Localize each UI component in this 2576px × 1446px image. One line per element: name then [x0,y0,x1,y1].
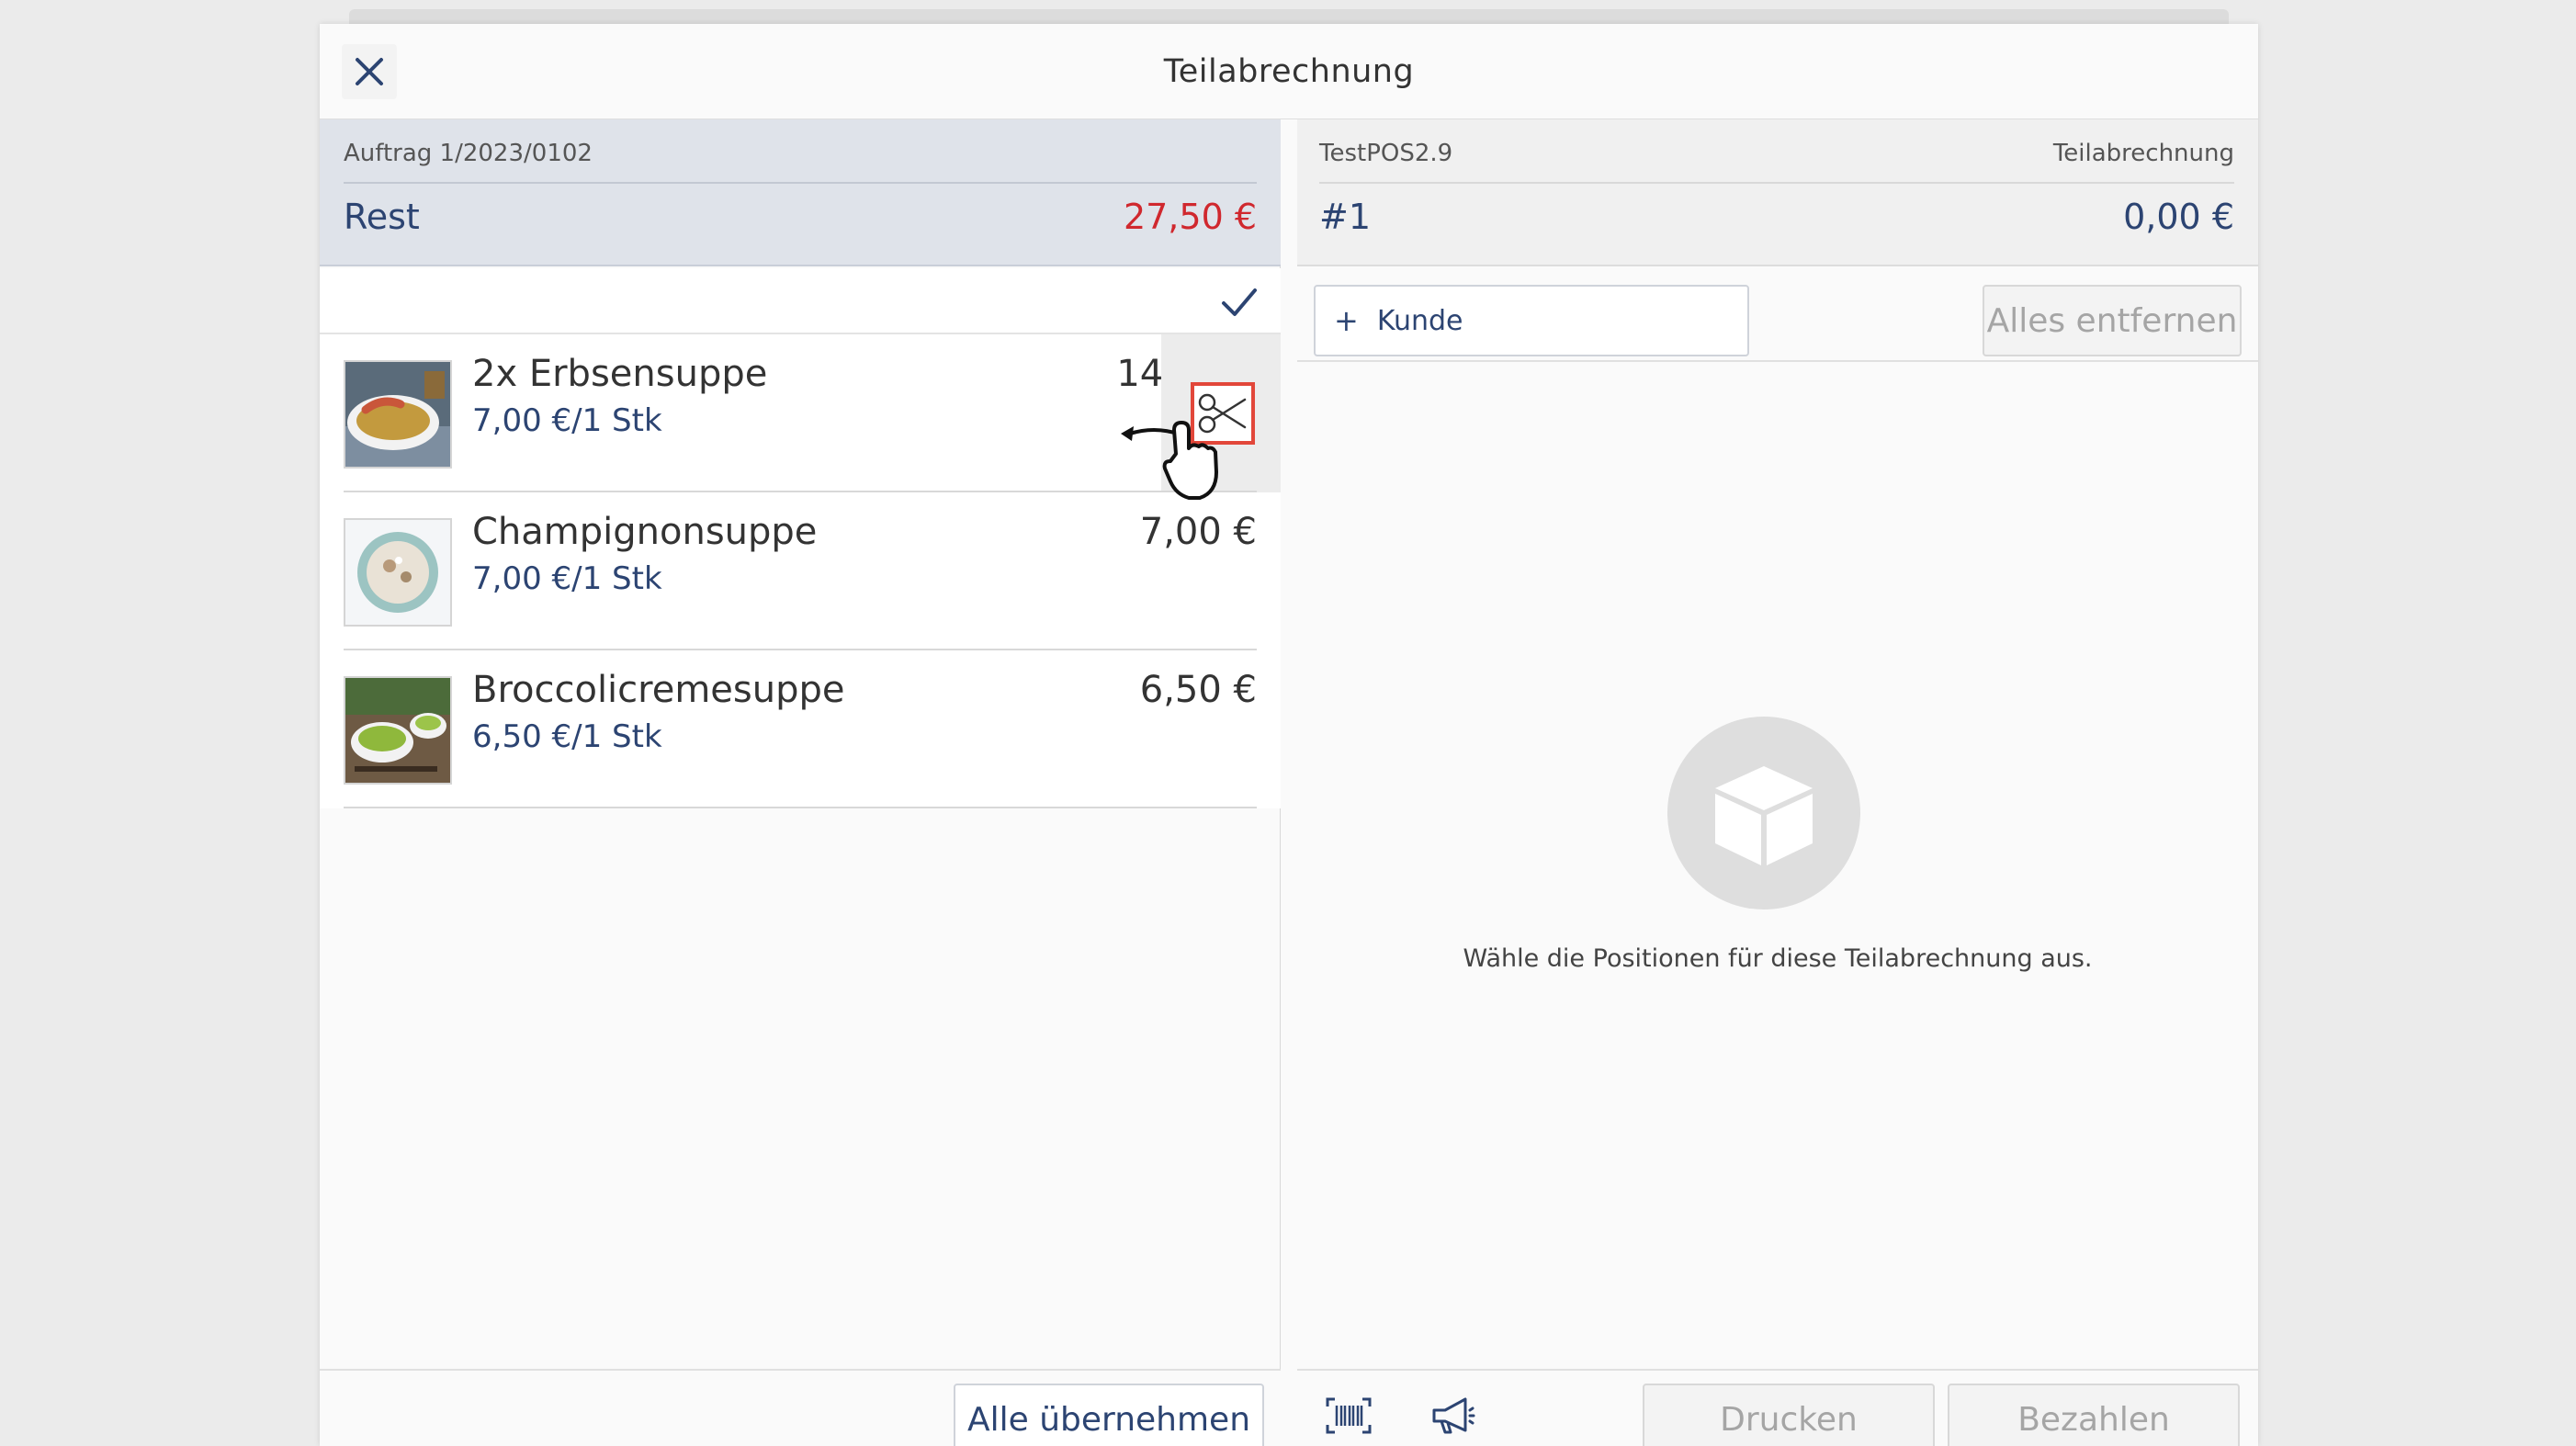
item-unit-price: 6,50 €/1 Stk [472,718,662,755]
plus-icon: + [1334,303,1359,338]
partial-bill-panel: TestPOS2.9 Teilabrechnung #1 0,00 € + Ku… [1297,119,2258,1446]
item-name: 2x Erbsensuppe [472,353,768,395]
bill-number: #1 [1319,197,1372,237]
item-name: Broccolicremesuppe [472,669,845,711]
split-item-button[interactable] [1191,382,1255,445]
pos-name: TestPOS2.9 [1319,140,1453,167]
list-item[interactable]: 2x Erbsensuppe 7,00 €/1 Stk 14,00 € [320,334,1281,492]
add-customer-button[interactable]: + Kunde [1314,285,1749,356]
order-footer: Alle übernehmen [320,1369,1281,1446]
scissors-icon [1198,393,1247,434]
order-panel: Auftrag 1/2023/0102 Rest 27,50 € 2x Erbs… [320,119,1281,1446]
item-price: 7,00 € [1139,511,1257,553]
close-icon [356,58,383,85]
bill-header: TestPOS2.9 Teilabrechnung #1 0,00 € [1297,119,2258,266]
modal-header: Teilabrechnung [320,24,2258,119]
add-customer-label: Kunde [1376,304,1463,337]
print-button[interactable]: Drucken [1643,1384,1935,1446]
order-item-list: 2x Erbsensuppe 7,00 €/1 Stk 14,00 € [320,334,1281,808]
bill-footer: Drucken Bezahlen [1297,1369,2258,1446]
item-price: 6,50 € [1139,669,1257,711]
divider [1319,182,2234,184]
order-header: Auftrag 1/2023/0102 Rest 27,50 € [320,119,1281,266]
pay-button[interactable]: Bezahlen [1948,1384,2240,1446]
megaphone-icon [1432,1397,1475,1434]
rest-label: Rest [344,197,420,237]
list-item[interactable]: Broccolicremesuppe 6,50 €/1 Stk 6,50 € [320,650,1281,808]
box-icon [1667,717,1860,909]
select-all-row[interactable] [320,268,1281,334]
list-item[interactable]: Champignonsuppe 7,00 €/1 Stk 7,00 € [320,492,1281,650]
rest-amount: 27,50 € [1123,197,1257,237]
close-button[interactable] [342,44,397,99]
mushroom-soup-icon [344,518,452,627]
barcode-icon [1326,1397,1372,1434]
bill-amount: 0,00 € [2123,197,2234,237]
remove-all-button[interactable]: Alles entfernen [1983,285,2242,356]
modal-title: Teilabrechnung [1163,53,1415,90]
item-unit-price: 7,00 €/1 Stk [472,560,662,597]
broccoli-soup-icon [344,676,452,785]
item-unit-price: 7,00 €/1 Stk [472,402,662,439]
checkmark-icon[interactable] [1218,281,1260,323]
bill-toolbar: + Kunde Alles entfernen [1297,268,2258,362]
divider [344,807,1257,808]
take-all-button[interactable]: Alle übernehmen [954,1384,1264,1446]
barcode-button[interactable] [1314,1384,1384,1446]
order-number: Auftrag 1/2023/0102 [344,140,593,167]
announce-button[interactable] [1418,1384,1488,1446]
split-bill-modal: Teilabrechnung Auftrag 1/2023/0102 Rest … [320,24,2258,1446]
pea-soup-icon [344,360,452,469]
swipe-action-panel [1161,334,1281,492]
empty-state-message: Wähle die Positionen für diese Teilabrec… [1463,944,2093,973]
divider [344,182,1257,184]
item-name: Champignonsuppe [472,511,818,553]
bill-type-label: Teilabrechnung [2052,140,2234,167]
